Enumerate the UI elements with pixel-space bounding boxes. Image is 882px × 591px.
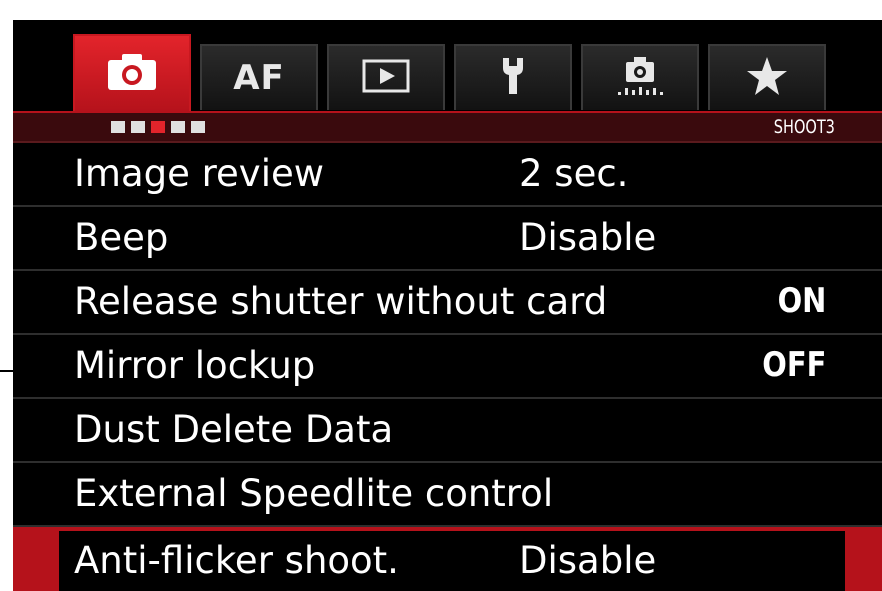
- menu-page-label: SHOOT3: [773, 116, 835, 138]
- page-dots: [111, 121, 211, 133]
- menu-item-dust-delete-data[interactable]: Dust Delete Data: [13, 399, 882, 463]
- camera-icon: [106, 52, 158, 96]
- menu-item-label: Mirror lockup: [74, 344, 316, 387]
- menu-item-label: Image review: [74, 152, 325, 195]
- page-dot: [111, 121, 125, 133]
- page-dot: [131, 121, 145, 133]
- menu-item-label: External Speedlite control: [74, 472, 554, 515]
- menu-item-value: Disable: [519, 539, 657, 582]
- wrench-icon: [497, 56, 529, 100]
- tab-setup[interactable]: [454, 44, 572, 110]
- menu-item-value: 2 sec.: [519, 152, 629, 195]
- menu-item-beep[interactable]: Beep Disable: [13, 207, 882, 271]
- menu-item-label: Anti-flicker shoot.: [74, 539, 399, 582]
- menu-item-image-review[interactable]: Image review 2 sec.: [13, 143, 882, 207]
- camera-menu-screen: AF SHOOT3 Image review 2 sec. Beep Disab…: [13, 20, 882, 591]
- tab-af[interactable]: AF: [200, 44, 318, 110]
- tab-af-label: AF: [233, 58, 285, 98]
- play-icon: [362, 59, 410, 97]
- menu-item-value: OFF: [761, 345, 826, 385]
- menu-list: Image review 2 sec. Beep Disable Release…: [13, 143, 882, 591]
- menu-item-label: Dust Delete Data: [74, 408, 394, 451]
- star-icon: [745, 55, 789, 101]
- custom-function-camera-icon: [614, 54, 666, 102]
- page-dot-current: [151, 121, 165, 133]
- page-dot: [171, 121, 185, 133]
- menu-page-indicator-bar: SHOOT3: [13, 111, 882, 143]
- page-dot: [191, 121, 205, 133]
- tab-custom-functions[interactable]: [581, 44, 699, 110]
- menu-item-label: Beep: [74, 216, 169, 259]
- menu-item-label: Release shutter without card: [74, 280, 608, 323]
- menu-tab-bar: AF: [13, 20, 882, 112]
- tab-playback[interactable]: [327, 44, 445, 110]
- menu-item-external-speedlite-control[interactable]: External Speedlite control: [13, 463, 882, 527]
- tab-my-menu[interactable]: [708, 44, 826, 110]
- menu-item-release-shutter-without-card[interactable]: Release shutter without card ON: [13, 271, 882, 335]
- menu-item-mirror-lockup[interactable]: Mirror lockup OFF: [13, 335, 882, 399]
- tab-shoot[interactable]: [73, 34, 191, 112]
- menu-item-value: Disable: [519, 216, 657, 259]
- callout-pointer-line: [0, 370, 13, 372]
- menu-item-value: ON: [777, 281, 826, 321]
- menu-item-anti-flicker-shoot[interactable]: Anti-flicker shoot. Disable: [13, 527, 882, 591]
